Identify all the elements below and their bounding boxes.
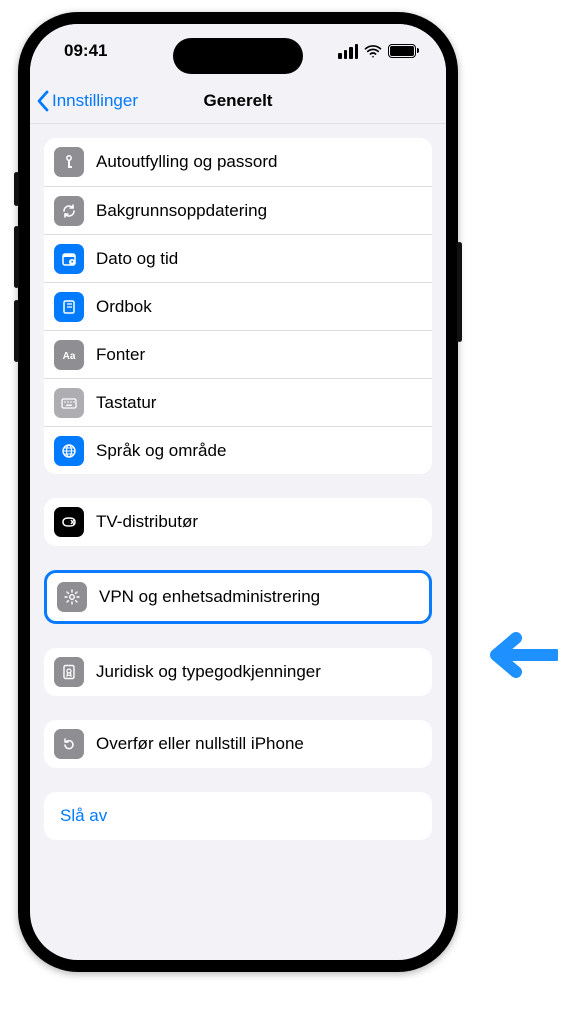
chevron-left-icon: [36, 90, 50, 112]
volume-up-button: [14, 226, 19, 288]
globe-icon: [54, 436, 84, 466]
keyboard-icon: [54, 388, 84, 418]
battery-icon: [388, 44, 416, 58]
settings-row[interactable]: TV-distributør: [44, 498, 432, 546]
mute-switch: [14, 172, 19, 206]
reset-icon: [54, 729, 84, 759]
settings-row[interactable]: Autoutfylling og passord: [44, 138, 432, 186]
settings-row-label: Juridisk og typegodkjenninger: [96, 662, 412, 682]
settings-row[interactable]: Språk og område: [44, 426, 432, 474]
settings-row-label: Bakgrunnsoppdatering: [96, 201, 412, 221]
wifi-icon: [364, 42, 382, 60]
status-indicators: [338, 42, 416, 60]
settings-row[interactable]: VPN og enhetsadministrering: [47, 573, 429, 621]
callout-arrow: [478, 630, 558, 680]
settings-row[interactable]: Tastatur: [44, 378, 432, 426]
settings-row[interactable]: Bakgrunnsoppdatering: [44, 186, 432, 234]
settings-row-label: TV-distributør: [96, 512, 412, 532]
settings-row-label: Overfør eller nullstill iPhone: [96, 734, 412, 754]
screen: 09:41 Innstillinger Generelt Autoutfylli…: [30, 24, 446, 960]
back-label: Innstillinger: [52, 91, 138, 111]
chevron-right-icon: [412, 515, 420, 529]
chevron-right-icon: [412, 444, 420, 458]
book-icon: [54, 292, 84, 322]
settings-group: Overfør eller nullstill iPhone: [44, 720, 432, 768]
settings-row[interactable]: Juridisk og typegodkjenninger: [44, 648, 432, 696]
chevron-right-icon: [412, 155, 420, 169]
settings-row[interactable]: Fonter: [44, 330, 432, 378]
chevron-right-icon: [412, 737, 420, 751]
phone-frame: 09:41 Innstillinger Generelt Autoutfylli…: [18, 12, 458, 972]
key-icon: [54, 147, 84, 177]
power-button: [457, 242, 462, 342]
settings-row-label: Autoutfylling og passord: [96, 152, 412, 172]
settings-group: Slå av: [44, 792, 432, 840]
status-time: 09:41: [64, 41, 107, 61]
dynamic-island: [173, 38, 303, 74]
cert-icon: [54, 657, 84, 687]
settings-row[interactable]: Ordbok: [44, 282, 432, 330]
settings-row-label: Ordbok: [96, 297, 412, 317]
page-title: Generelt: [204, 91, 273, 111]
settings-group: Juridisk og typegodkjenninger: [44, 648, 432, 696]
volume-down-button: [14, 300, 19, 362]
navigation-bar: Innstillinger Generelt: [30, 78, 446, 124]
settings-row-label: Fonter: [96, 345, 412, 365]
settings-group: TV-distributør: [44, 498, 432, 546]
chevron-right-icon: [412, 348, 420, 362]
settings-row-label: VPN og enhetsadministrering: [99, 587, 409, 607]
settings-row-label: Dato og tid: [96, 249, 412, 269]
tv-icon: [54, 507, 84, 537]
calendar-icon: [54, 244, 84, 274]
fonts-icon: [54, 340, 84, 370]
chevron-right-icon: [412, 204, 420, 218]
chevron-right-icon: [409, 590, 417, 604]
shutdown-link[interactable]: Slå av: [60, 806, 416, 826]
settings-group-highlighted: VPN og enhetsadministrering: [44, 570, 432, 624]
settings-row[interactable]: Dato og tid: [44, 234, 432, 282]
settings-row-label: Språk og område: [96, 441, 412, 461]
settings-group: Autoutfylling og passord Bakgrunnsoppdate…: [44, 138, 432, 474]
settings-row-label: Tastatur: [96, 393, 412, 413]
chevron-right-icon: [412, 252, 420, 266]
back-button[interactable]: Innstillinger: [36, 90, 138, 112]
chevron-right-icon: [412, 665, 420, 679]
refresh-icon: [54, 196, 84, 226]
settings-row[interactable]: Overfør eller nullstill iPhone: [44, 720, 432, 768]
gear-icon: [57, 582, 87, 612]
chevron-right-icon: [412, 396, 420, 410]
cellular-icon: [338, 44, 358, 59]
chevron-right-icon: [412, 300, 420, 314]
content-scroll[interactable]: Autoutfylling og passord Bakgrunnsoppdate…: [30, 124, 446, 960]
